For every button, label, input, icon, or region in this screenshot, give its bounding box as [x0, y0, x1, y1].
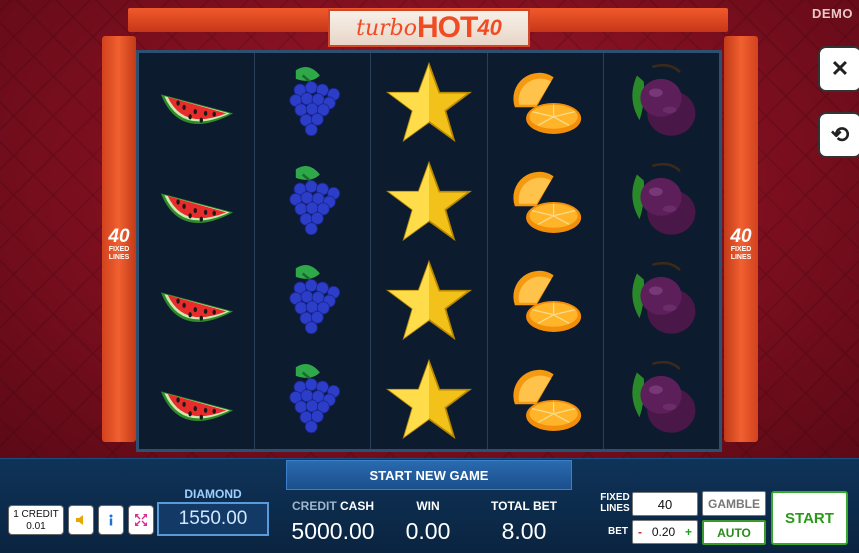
plum-icon: [632, 261, 696, 334]
credit-denomination-label: 1 CREDIT: [13, 509, 59, 520]
credit-toggle-label[interactable]: CREDIT: [292, 499, 337, 513]
bet-value: 0.20: [651, 525, 676, 539]
side-lines-number: 40: [730, 226, 752, 247]
close-icon: ✕: [830, 56, 850, 81]
fullscreen-button[interactable]: [128, 505, 154, 535]
star-icon: [386, 160, 472, 241]
star-icon: [386, 259, 472, 340]
orange-symbol: [488, 53, 603, 152]
logo-hot: HOT: [417, 11, 478, 44]
win-label: WIN: [416, 499, 440, 513]
orange-symbol: [488, 152, 603, 251]
demo-label: DEMO: [812, 6, 853, 21]
frame-left-pillar: 40 FIXED LINES: [102, 36, 136, 442]
auto-button[interactable]: AUTO: [702, 520, 766, 545]
grapes-symbol: [255, 251, 370, 350]
watermelon-icon: [160, 192, 233, 223]
orange-icon: [513, 270, 582, 332]
side-lines-text1: FIXED: [730, 246, 752, 253]
side-lines-number: 40: [108, 226, 130, 247]
close-button[interactable]: ✕: [818, 46, 859, 92]
fixed-lines-value: 40: [632, 492, 698, 516]
cash-value: 5000.00: [291, 518, 375, 544]
grapes-symbol: [255, 53, 370, 152]
orange-icon: [513, 72, 582, 134]
fixed-lines-label: FIXED LINES: [598, 492, 632, 514]
credit-cash-label: CREDIT CASH: [290, 499, 376, 513]
star-symbol: [371, 251, 486, 350]
jackpot-value: 1550.00: [157, 502, 269, 536]
star-icon: [386, 358, 472, 439]
fixed-lines-side-label-right: 40 FIXED LINES: [724, 226, 758, 262]
plum-symbol: [604, 350, 719, 449]
bet-stepper: - 0.20 +: [632, 520, 698, 544]
total-bet-value: 8.00: [501, 518, 547, 544]
reel-1: [139, 53, 256, 449]
credit-denomination[interactable]: 1 CREDIT 0.01: [8, 505, 64, 535]
reel-5: [604, 53, 719, 449]
reels-area: [136, 50, 722, 452]
star-icon: [386, 61, 472, 142]
star-symbol: [371, 152, 486, 251]
info-button[interactable]: [98, 505, 124, 535]
bet-label: BET: [608, 526, 628, 537]
orange-symbol: [488, 350, 603, 449]
side-lines-text2: LINES: [730, 254, 752, 261]
game-logo: turbo HOT 40: [328, 9, 530, 47]
side-lines-text1: FIXED: [108, 246, 130, 253]
plum-icon: [632, 360, 696, 433]
fullscreen-icon: [135, 514, 147, 526]
plum-icon: [632, 162, 696, 235]
reel-3: [371, 53, 488, 449]
plum-symbol: [604, 152, 719, 251]
grapes-icon: [289, 66, 340, 136]
start-button[interactable]: START: [771, 491, 848, 545]
grapes-icon: [289, 363, 340, 433]
cash-label: CASH: [340, 499, 375, 513]
history-button[interactable]: ⟲: [818, 112, 859, 158]
logo-40: 40: [477, 15, 502, 40]
fixed-lines-label-1: FIXED: [600, 492, 630, 503]
watermelon-symbol: [139, 152, 254, 251]
grapes-symbol: [255, 350, 370, 449]
reel-4: [488, 53, 604, 449]
info-icon: [109, 514, 113, 526]
fixed-lines-label-2: LINES: [600, 503, 630, 514]
fixed-lines-side-label-left: 40 FIXED LINES: [102, 226, 136, 262]
watermelon-icon: [160, 291, 233, 322]
watermelon-symbol: [139, 350, 254, 449]
watermelon-icon: [160, 93, 233, 124]
total-bet-label: TOTAL BET: [491, 499, 557, 513]
gamble-button[interactable]: GAMBLE: [702, 491, 766, 516]
grapes-icon: [289, 264, 340, 334]
star-symbol: [371, 350, 486, 449]
credit-denomination-value: 0.01: [26, 521, 46, 532]
start-new-game-button[interactable]: START NEW GAME: [286, 460, 572, 490]
history-icon: ⟲: [830, 122, 850, 147]
grapes-icon: [289, 165, 340, 235]
frame-right-pillar: 40 FIXED LINES: [724, 36, 758, 442]
watermelon-symbol: [139, 53, 254, 152]
side-lines-text2: LINES: [108, 254, 130, 261]
win-value: 0.00: [405, 518, 451, 544]
plum-symbol: [604, 53, 719, 152]
plum-icon: [632, 63, 696, 136]
plum-symbol: [604, 251, 719, 350]
bet-increase-button[interactable]: +: [685, 525, 692, 539]
orange-icon: [513, 171, 582, 233]
logo-turbo: turbo: [356, 15, 418, 41]
star-symbol: [371, 53, 486, 152]
grapes-symbol: [255, 152, 370, 251]
watermelon-symbol: [139, 251, 254, 350]
orange-icon: [513, 369, 582, 431]
speaker-icon: [76, 515, 83, 525]
sound-button[interactable]: [68, 505, 94, 535]
orange-symbol: [488, 251, 603, 350]
bet-decrease-button[interactable]: -: [638, 525, 642, 539]
reel-2: [255, 53, 372, 449]
watermelon-icon: [160, 390, 233, 421]
